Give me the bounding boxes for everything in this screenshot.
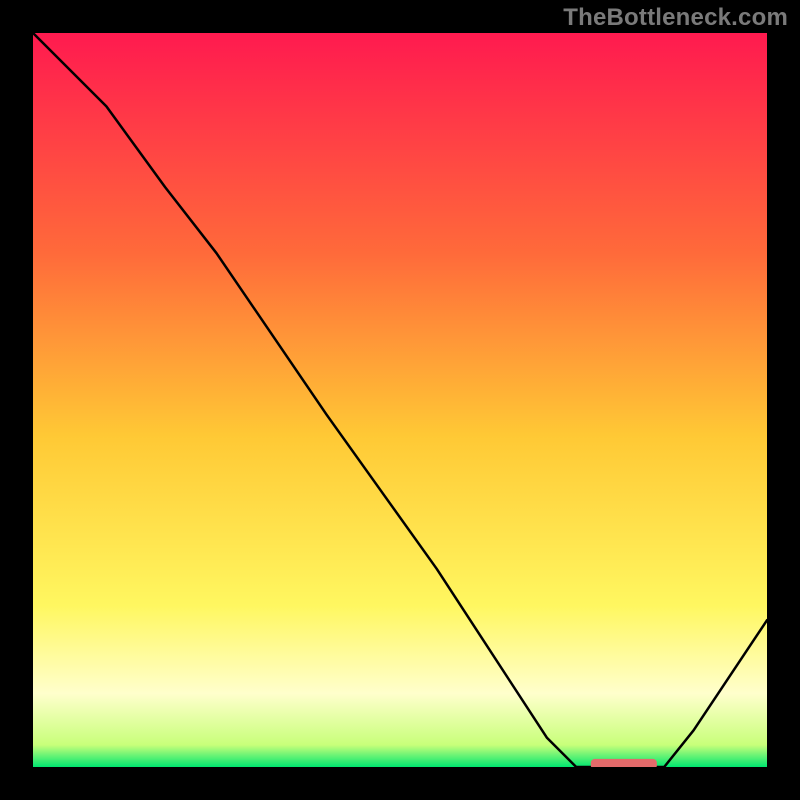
watermark-text: TheBottleneck.com: [563, 4, 788, 32]
plot-area: [33, 33, 767, 767]
chart-frame: TheBottleneck.com: [0, 0, 800, 800]
highlight-marker: [591, 759, 657, 767]
chart-svg: [33, 33, 767, 767]
gradient-background: [33, 33, 767, 767]
